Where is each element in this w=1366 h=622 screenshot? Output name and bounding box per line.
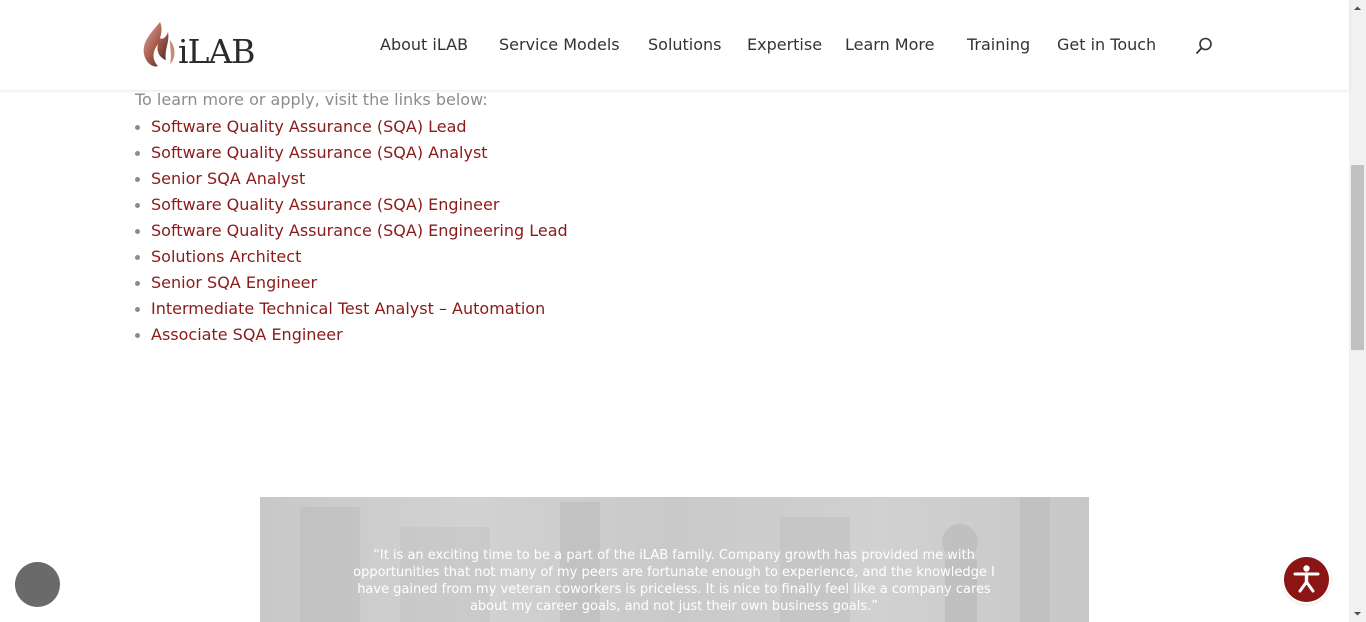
testimonial-banner: “It is an exciting time to be a part of … [260,497,1089,622]
nav-expertise[interactable]: Expertise [747,34,822,56]
page: iLAB About iLAB Service Models Solutions… [0,0,1366,622]
job-link[interactable]: Software Quality Assurance (SQA) Enginee… [151,221,568,240]
ilab-logo[interactable]: iLAB [140,20,260,72]
bullet-icon [135,125,140,130]
list-item: Solutions Architect [135,246,568,272]
nav-training[interactable]: Training [967,34,1030,56]
job-link[interactable]: Senior SQA Engineer [151,273,317,292]
nav-about-ilab[interactable]: About iLAB [380,34,468,56]
bullet-icon [135,307,140,312]
scroll-down-arrow-icon[interactable] [1349,605,1366,622]
intro-text: To learn more or apply, visit the links … [135,90,488,109]
chat-widget-button[interactable] [15,562,60,607]
job-link[interactable]: Associate SQA Engineer [151,325,343,344]
bullet-icon [135,255,140,260]
job-list: Software Quality Assurance (SQA) Lead So… [135,116,568,350]
scrollbar-thumb[interactable] [1351,165,1364,350]
job-link[interactable]: Software Quality Assurance (SQA) Analyst [151,143,488,162]
list-item: Software Quality Assurance (SQA) Enginee… [135,220,568,246]
site-header: iLAB About iLAB Service Models Solutions… [0,0,1349,90]
list-item: Software Quality Assurance (SQA) Enginee… [135,194,568,220]
bullet-icon [135,203,140,208]
page-scrollbar[interactable] [1349,0,1366,622]
job-link[interactable]: Solutions Architect [151,247,301,266]
bullet-icon [135,333,140,338]
bullet-icon [135,281,140,286]
job-link[interactable]: Senior SQA Analyst [151,169,305,188]
accessibility-icon[interactable] [1284,557,1329,602]
scroll-up-arrow-icon[interactable] [1349,0,1366,17]
nav-solutions[interactable]: Solutions [648,34,722,56]
job-link[interactable]: Intermediate Technical Test Analyst – Au… [151,299,545,318]
nav-get-in-touch[interactable]: Get in Touch [1057,34,1156,56]
job-link[interactable]: Software Quality Assurance (SQA) Enginee… [151,195,499,214]
bullet-icon [135,177,140,182]
flame-icon [143,22,175,67]
search-icon[interactable] [1194,36,1214,56]
list-item: Senior SQA Analyst [135,168,568,194]
list-item: Software Quality Assurance (SQA) Lead [135,116,568,142]
logo-text: iLAB [178,32,256,71]
bullet-icon [135,229,140,234]
bullet-icon [135,151,140,156]
list-item: Software Quality Assurance (SQA) Analyst [135,142,568,168]
testimonial-quote: “It is an exciting time to be a part of … [353,548,995,614]
list-item: Associate SQA Engineer [135,324,568,350]
nav-learn-more[interactable]: Learn More [845,34,934,56]
job-link[interactable]: Software Quality Assurance (SQA) Lead [151,117,467,136]
nav-service-models[interactable]: Service Models [499,34,620,56]
list-item: Intermediate Technical Test Analyst – Au… [135,298,568,324]
list-item: Senior SQA Engineer [135,272,568,298]
